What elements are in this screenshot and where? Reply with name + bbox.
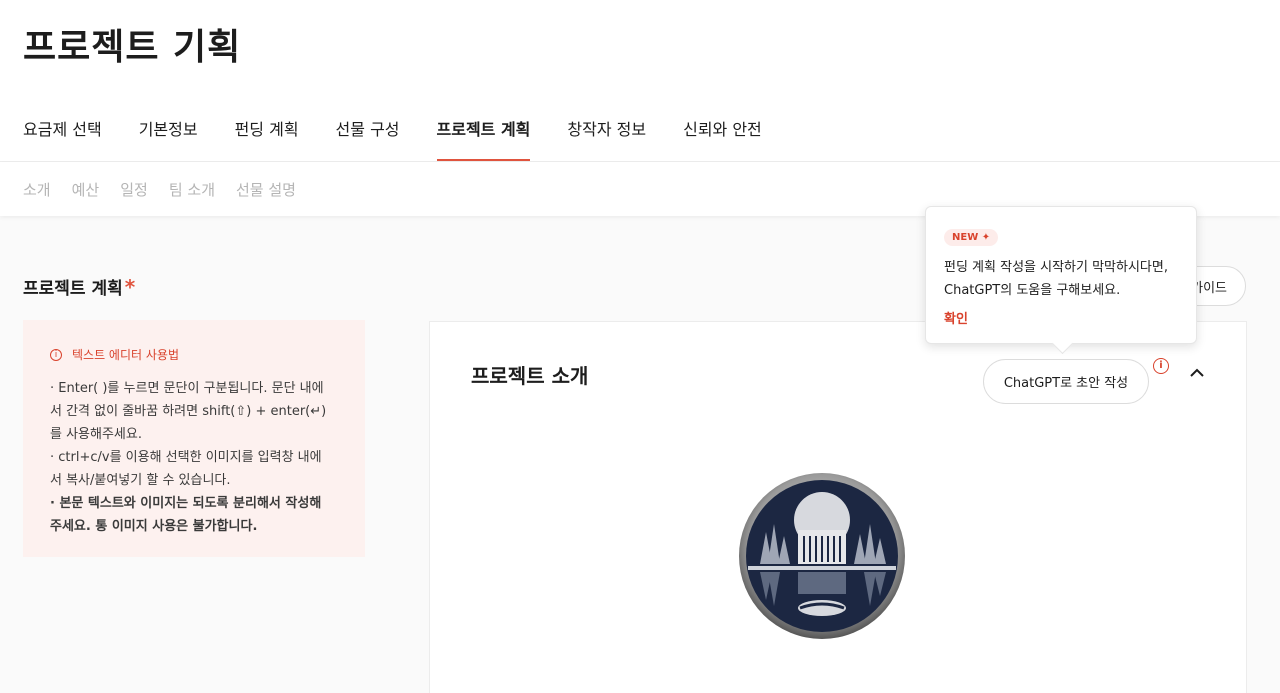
project-intro-editor: 프로젝트 소개 ChatGPT로 초안 작성 i [429,321,1247,693]
tooltip-text-line1: 펀딩 계획 작성을 시작하기 막막하시다면, [944,260,1168,275]
project-logo-image [738,472,906,640]
chevron-up-icon[interactable] [1190,368,1204,380]
tab-basic-info[interactable]: 기본정보 [139,116,198,160]
sub-tabs: 소개 예산 일정 팀 소개 선물 설명 [23,179,317,200]
editor-guide-card: i 텍스트 에디터 사용법 · Enter( )를 누르면 문단이 구분됩니다.… [23,320,365,557]
tab-project-plan[interactable]: 프로젝트 계획 [436,116,531,161]
tab-plan-selection[interactable]: 요금제 선택 [23,116,102,160]
subtab-intro[interactable]: 소개 [23,179,51,200]
tooltip-confirm-button[interactable]: 확인 [944,308,968,327]
tooltip-text-line2: ChatGPT의 도움을 구해보세요. [944,283,1121,298]
guide-line: · Enter( )를 누르면 문단이 구분됩니다. 문단 내에 [50,381,324,396]
top-header: 프로젝트 기획 요금제 선택 기본정보 펀딩 계획 선물 구성 프로젝트 계획 … [0,0,1280,162]
chatgpt-tooltip: NEW ✦ 펀딩 계획 작성을 시작하기 막막하시다면, ChatGPT의 도움… [925,206,1197,344]
tab-funding-plan[interactable]: 펀딩 계획 [235,116,299,160]
guide-line: · 본문 텍스트와 이미지는 되도록 분리해서 작성해 [50,496,322,511]
guide-line: 주세요. 통 이미지 사용은 불가합니다. [50,519,258,534]
new-badge: NEW ✦ [944,229,999,246]
tab-reward-setup[interactable]: 선물 구성 [336,116,400,160]
subtab-budget[interactable]: 예산 [72,179,100,200]
guide-line: · ctrl+c/v를 이용해 선택한 이미지를 입력창 내에 [50,450,322,465]
subtab-reward-desc[interactable]: 선물 설명 [236,179,296,200]
guide-line: 서 복사/붙여넣기 할 수 있습니다. [50,473,231,488]
info-circle-icon: i [50,348,62,361]
guide-line: 서 간격 없이 줄바꿈 하려면 shift(⇧) + enter(↵) [50,404,327,419]
editor-title: 프로젝트 소개 [471,364,589,388]
guide-line: 를 사용해주세요. [50,427,142,442]
required-mark: * [124,275,136,299]
subtab-schedule[interactable]: 일정 [120,179,148,200]
main-tabs: 요금제 선택 기본정보 펀딩 계획 선물 구성 프로젝트 계획 창작자 정보 신… [23,116,799,162]
guide-heading-text: 텍스트 에디터 사용법 [72,348,179,362]
guide-heading: i 텍스트 에디터 사용법 [50,346,338,363]
chatgpt-draft-button[interactable]: ChatGPT로 초안 작성 [983,359,1149,404]
page-title: 프로젝트 기획 [23,27,242,68]
section-title: 프로젝트 계획 * [23,274,135,299]
tab-trust-safety[interactable]: 신뢰와 안전 [683,116,762,160]
section-title-text: 프로젝트 계획 [23,279,123,299]
info-icon[interactable]: i [1153,358,1169,374]
subtab-team[interactable]: 팀 소개 [169,179,215,200]
tab-creator-info[interactable]: 창작자 정보 [567,116,646,160]
